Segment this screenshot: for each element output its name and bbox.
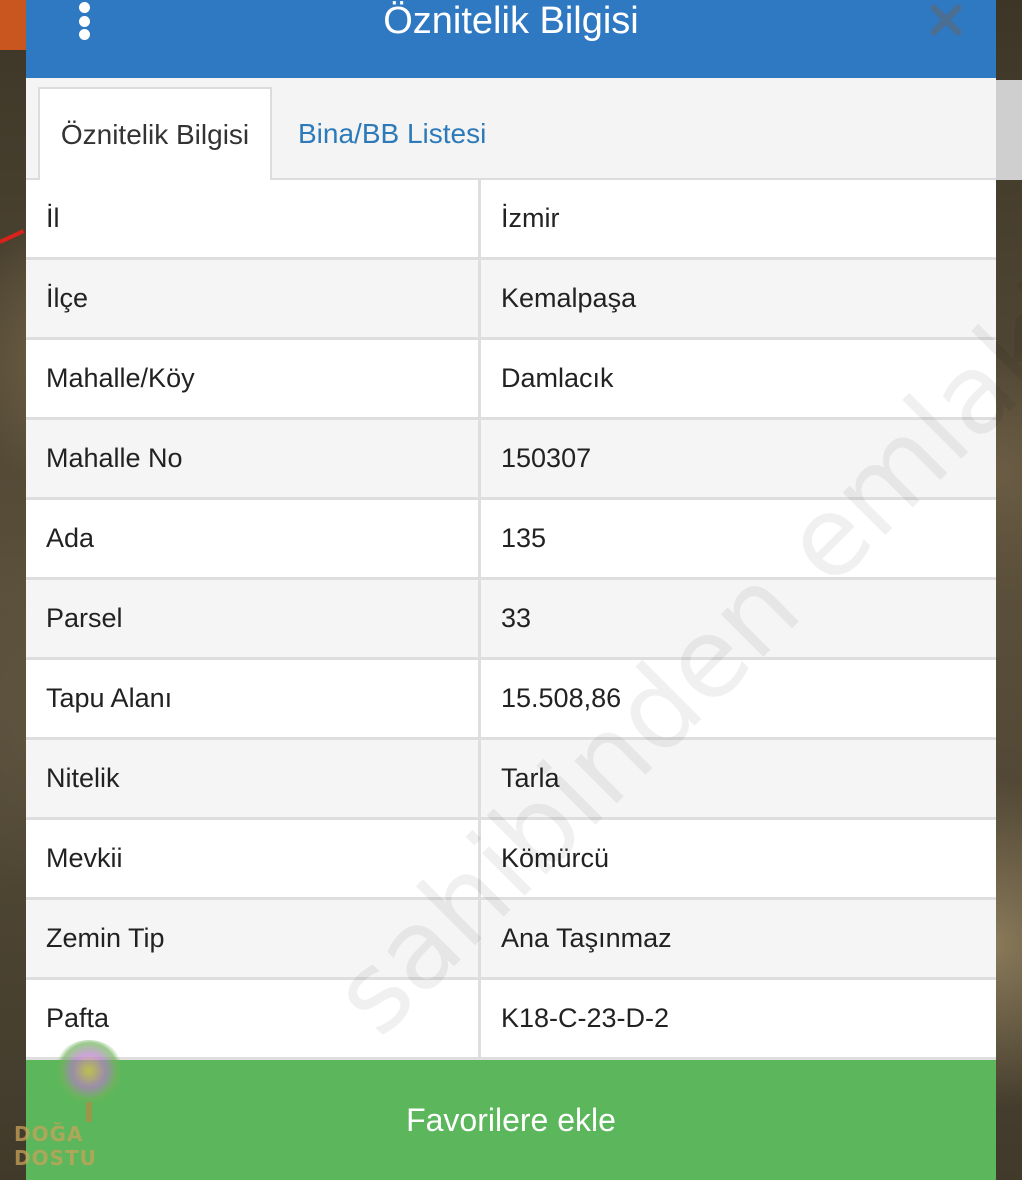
- doga-dostu-logo: DOĞA DOSTU: [14, 1040, 164, 1170]
- attribute-key: Mahalle/Köy: [26, 340, 481, 417]
- attribute-key: Tapu Alanı: [26, 660, 481, 737]
- attribute-value: Ana Taşınmaz: [501, 923, 672, 953]
- attribute-value: 135: [501, 523, 547, 553]
- attribute-table: İl İzmir İlçe Kemalpaşa Mahalle/Köy Daml…: [26, 180, 996, 1060]
- tab-attribute-info[interactable]: Öznitelik Bilgisi: [38, 87, 272, 180]
- logo-name: DOĞA DOSTU: [14, 1122, 97, 1170]
- attribute-value: 150307: [501, 443, 592, 473]
- attribute-key: Mevkii: [26, 820, 481, 897]
- dialog-title: Öznitelik Bilgisi: [383, 0, 639, 42]
- attribute-key: Mahalle No: [26, 420, 481, 497]
- attribute-key: Ada: [26, 500, 481, 577]
- attribute-dialog: Öznitelik Bilgisi Öznitelik Bilgisi Bina…: [26, 0, 996, 1180]
- add-to-favorites-button[interactable]: Favorilere ekle: [26, 1060, 996, 1180]
- attribute-key: İl: [26, 180, 481, 257]
- tab-building-list[interactable]: Bina/BB Listesi: [298, 87, 486, 180]
- tab-bar: Öznitelik Bilgisi Bina/BB Listesi: [26, 78, 996, 180]
- attribute-value: K18-C-23-D-2: [501, 1003, 670, 1033]
- attribute-value: 15.508,86: [501, 683, 622, 713]
- table-row: Mahalle/Köy Damlacık: [26, 340, 996, 420]
- attribute-value: Damlacık: [501, 363, 614, 393]
- attribute-value: Tarla: [501, 763, 560, 793]
- attribute-key: Parsel: [26, 580, 481, 657]
- scrollbar[interactable]: [996, 80, 1022, 180]
- tree-logo-icon: [54, 1040, 124, 1103]
- map-toolbar-edge: [0, 0, 26, 50]
- attribute-key: Zemin Tip: [26, 900, 481, 977]
- more-menu-icon[interactable]: [74, 0, 94, 40]
- table-row: İl İzmir: [26, 180, 996, 260]
- table-row: Zemin Tip Ana Taşınmaz: [26, 900, 996, 980]
- tree-trunk-icon: [86, 1102, 92, 1122]
- table-row: Pafta K18-C-23-D-2: [26, 980, 996, 1060]
- attribute-value: 33: [501, 603, 532, 633]
- table-row: Tapu Alanı 15.508,86: [26, 660, 996, 740]
- attribute-key: İlçe: [26, 260, 481, 337]
- table-row: Parsel 33: [26, 580, 996, 660]
- table-row: Nitelik Tarla: [26, 740, 996, 820]
- attribute-value: Kömürcü: [501, 843, 610, 873]
- close-icon[interactable]: [926, 0, 966, 40]
- attribute-key: Nitelik: [26, 740, 481, 817]
- table-row: Mevkii Kömürcü: [26, 820, 996, 900]
- attribute-value: İzmir: [501, 203, 560, 233]
- table-row: İlçe Kemalpaşa: [26, 260, 996, 340]
- table-row: Mahalle No 150307: [26, 420, 996, 500]
- dialog-header: Öznitelik Bilgisi: [26, 0, 996, 78]
- attribute-value: Kemalpaşa: [501, 283, 637, 313]
- table-row: Ada 135: [26, 500, 996, 580]
